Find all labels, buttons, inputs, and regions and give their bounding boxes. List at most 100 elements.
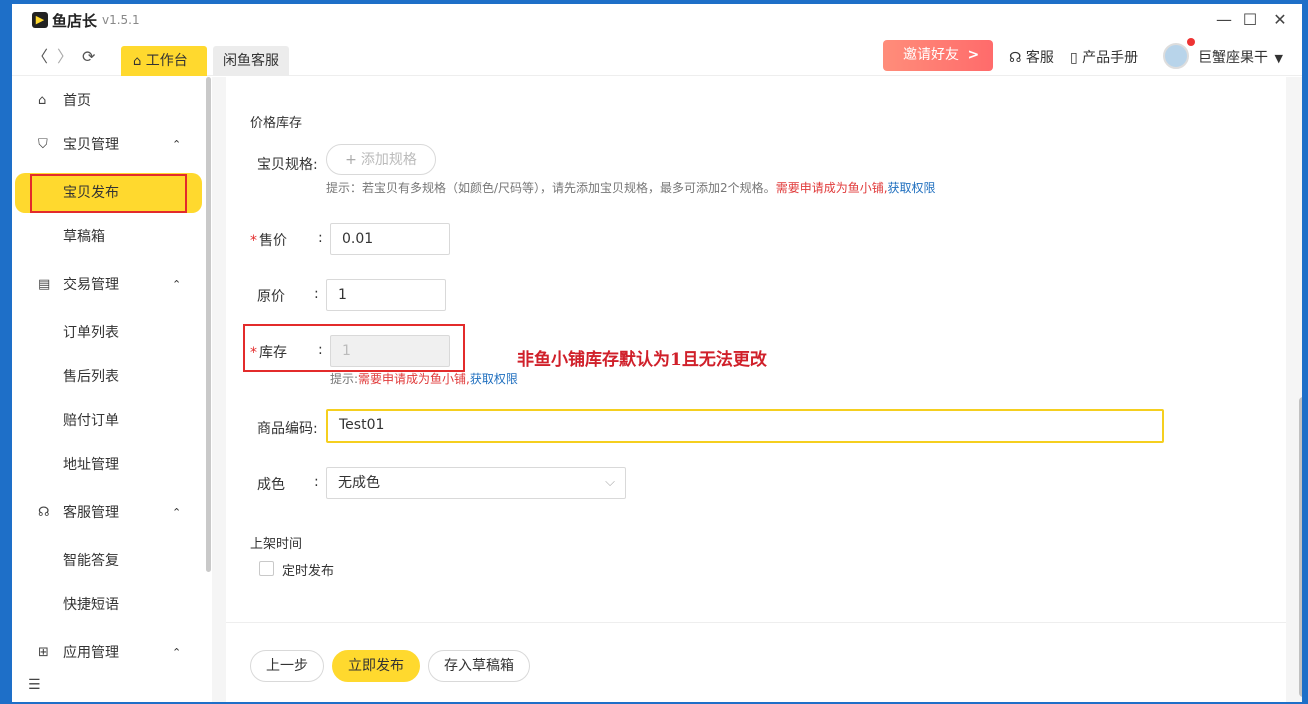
home-icon: ⌂ xyxy=(133,54,142,69)
sidebar-item-label: 智能答复 xyxy=(63,553,119,569)
sidebar-item-home[interactable]: ⌂ 首页 xyxy=(12,81,202,121)
forward-icon[interactable]: 〉 xyxy=(57,49,73,65)
user-name: 巨蟹座果干 xyxy=(1198,50,1268,66)
schedule-label: 定时发布 xyxy=(282,564,335,579)
tab-xianyu-service[interactable]: 闲鱼客服 xyxy=(213,46,289,76)
minimize-button[interactable]: — xyxy=(1211,8,1237,32)
chevron-right-icon: > xyxy=(967,47,980,63)
form-footer: 上一步 立即发布 存入草稿箱 xyxy=(226,622,1286,702)
chevron-up-icon: ⌃ xyxy=(172,278,182,291)
spec-hint-red: 需要申请成为鱼小铺, xyxy=(775,181,888,195)
headset-icon: ☊ xyxy=(1009,50,1022,66)
price-input[interactable]: 0.01 xyxy=(330,223,450,255)
sidebar-group-service[interactable]: ☊ 客服管理 ⌃ xyxy=(12,493,202,533)
publish-form: 价格库存 宝贝规格: + 添加规格 提示：若宝贝有多规格（如颜色/尺码等），请先添… xyxy=(226,77,1286,622)
manual-link[interactable]: ▯ 产品手册 xyxy=(1070,47,1138,67)
product-code-label: 商品编码: xyxy=(257,421,318,437)
main-scrollbar[interactable] xyxy=(1299,397,1302,697)
close-button[interactable]: ✕ xyxy=(1267,8,1293,32)
sidebar: ⌂ 首页 ⛉ 宝贝管理 ⌃ 宝贝发布 草稿箱 ▤ 交易管理 ⌃ 订单列表 售后列… xyxy=(12,77,211,702)
sidebar-item-aftersale[interactable]: 售后列表 xyxy=(12,357,202,397)
app-logo-icon: ▶ xyxy=(32,12,48,28)
sidebar-item-label: 客服管理 xyxy=(63,505,119,521)
sidebar-item-drafts[interactable]: 草稿箱 xyxy=(12,217,202,257)
notification-dot xyxy=(1187,38,1195,46)
sidebar-item-label: 宝贝管理 xyxy=(63,137,119,153)
spec-permission-link[interactable]: 获取权限 xyxy=(888,181,936,195)
apps-icon: ⊞ xyxy=(38,645,49,660)
refresh-icon[interactable]: ⟳ xyxy=(82,49,95,65)
sidebar-item-label: 应用管理 xyxy=(63,645,119,661)
chevron-up-icon: ⌃ xyxy=(172,506,182,519)
tab-workbench[interactable]: ⌂ 工作台 xyxy=(121,46,207,76)
sidebar-item-quick-phrases[interactable]: 快捷短语 xyxy=(12,585,202,625)
app-name: 鱼店长 xyxy=(52,12,98,30)
tab-workbench-label: 工作台 xyxy=(145,53,188,69)
headset-icon: ☊ xyxy=(38,505,50,520)
sidebar-item-smart-reply[interactable]: 智能答复 xyxy=(12,541,202,581)
price-colon: : xyxy=(318,230,323,246)
bag-icon: ⛉ xyxy=(38,137,48,152)
sidebar-item-label: 首页 xyxy=(63,93,91,109)
invite-friends-button[interactable]: 邀请好友 > xyxy=(883,40,993,71)
sidebar-group-products[interactable]: ⛉ 宝贝管理 ⌃ xyxy=(12,125,202,165)
nav-bar: 〈 〉 ⟳ ⌂ 工作台 闲鱼客服 邀请好友 > ☊ 客服 ▯ 产品手册 巨蟹座果… xyxy=(12,36,1302,76)
back-icon[interactable]: 〈 xyxy=(32,49,48,65)
spec-hint: 提示：若宝贝有多规格（如颜色/尺码等），请先添加宝贝规格，最多可添加2个规格。需… xyxy=(326,179,936,196)
sidebar-item-label: 订单列表 xyxy=(63,325,119,341)
section-listing-time: 上架时间 xyxy=(250,537,303,552)
section-price-stock: 价格库存 xyxy=(250,116,303,131)
product-code-input[interactable]: Test01 xyxy=(326,409,1164,443)
condition-select[interactable]: 无成色 ⌵ xyxy=(326,467,626,499)
avatar[interactable] xyxy=(1163,43,1189,69)
customer-service-link[interactable]: ☊ 客服 xyxy=(1009,47,1054,67)
maximize-button[interactable]: ☐ xyxy=(1237,8,1263,32)
sidebar-item-label: 草稿箱 xyxy=(63,229,105,245)
sidebar-group-trade[interactable]: ▤ 交易管理 ⌃ xyxy=(12,265,202,305)
sidebar-item-label: 地址管理 xyxy=(63,457,119,473)
chevron-up-icon: ⌃ xyxy=(172,646,182,659)
original-price-colon: : xyxy=(314,286,319,302)
original-price-input[interactable]: 1 xyxy=(326,279,446,311)
sidebar-item-orders[interactable]: 订单列表 xyxy=(12,313,202,353)
sidebar-item-address[interactable]: 地址管理 xyxy=(12,445,202,485)
caret-down-icon: ▼ xyxy=(1274,52,1283,65)
app-window: ▶ 鱼店长 v1.5.1 — ☐ ✕ 〈 〉 ⟳ ⌂ 工作台 闲鱼客服 邀请好友… xyxy=(12,4,1302,702)
stock-hint-prefix: 提示: xyxy=(330,372,359,386)
manual-label: 产品手册 xyxy=(1082,50,1139,66)
stock-highlight-box xyxy=(243,324,465,372)
user-menu[interactable]: 巨蟹座果干 ▼ xyxy=(1198,47,1283,67)
stock-hint: 提示:需要申请成为鱼小铺,获取权限 xyxy=(330,370,518,387)
condition-label: 成色 xyxy=(257,477,285,493)
stock-permission-link[interactable]: 获取权限 xyxy=(470,372,518,386)
condition-colon: : xyxy=(314,474,319,490)
document-icon: ▤ xyxy=(38,277,51,292)
save-draft-button[interactable]: 存入草稿箱 xyxy=(428,650,530,682)
required-mark: * xyxy=(250,233,257,249)
sidebar-item-compensation[interactable]: 赔付订单 xyxy=(12,401,202,441)
main-content: 价格库存 宝贝规格: + 添加规格 提示：若宝贝有多规格（如颜色/尺码等），请先添… xyxy=(212,77,1302,702)
sidebar-item-label: 快捷短语 xyxy=(63,597,119,613)
spec-label: 宝贝规格: xyxy=(257,157,318,173)
highlight-box xyxy=(30,174,187,213)
previous-step-button[interactable]: 上一步 xyxy=(250,650,324,682)
stock-annotation: 非鱼小铺库存默认为1且无法更改 xyxy=(517,350,767,370)
add-spec-label: 添加规格 xyxy=(360,152,417,168)
chevron-down-icon: ⌵ xyxy=(605,475,615,490)
original-price-label: 原价 xyxy=(257,289,285,305)
title-bar: ▶ 鱼店长 v1.5.1 — ☐ ✕ xyxy=(12,4,1302,36)
sidebar-item-label: 售后列表 xyxy=(63,369,119,385)
sidebar-group-apps[interactable]: ⊞ 应用管理 ⌃ xyxy=(12,633,202,673)
add-spec-button[interactable]: + 添加规格 xyxy=(326,144,436,175)
schedule-checkbox[interactable] xyxy=(259,561,274,576)
stock-hint-red: 需要申请成为鱼小铺, xyxy=(358,372,470,386)
sidebar-scrollbar[interactable] xyxy=(206,77,211,572)
collapse-sidebar-icon[interactable]: ☰ xyxy=(28,677,41,693)
price-label: * 售价 xyxy=(250,230,287,250)
chevron-up-icon: ⌃ xyxy=(172,138,182,151)
app-version: v1.5.1 xyxy=(102,13,140,27)
publish-now-button[interactable]: 立即发布 xyxy=(332,650,420,682)
plus-icon: + xyxy=(345,152,357,168)
book-icon: ▯ xyxy=(1070,50,1078,66)
price-label-text: 售价 xyxy=(259,233,287,249)
